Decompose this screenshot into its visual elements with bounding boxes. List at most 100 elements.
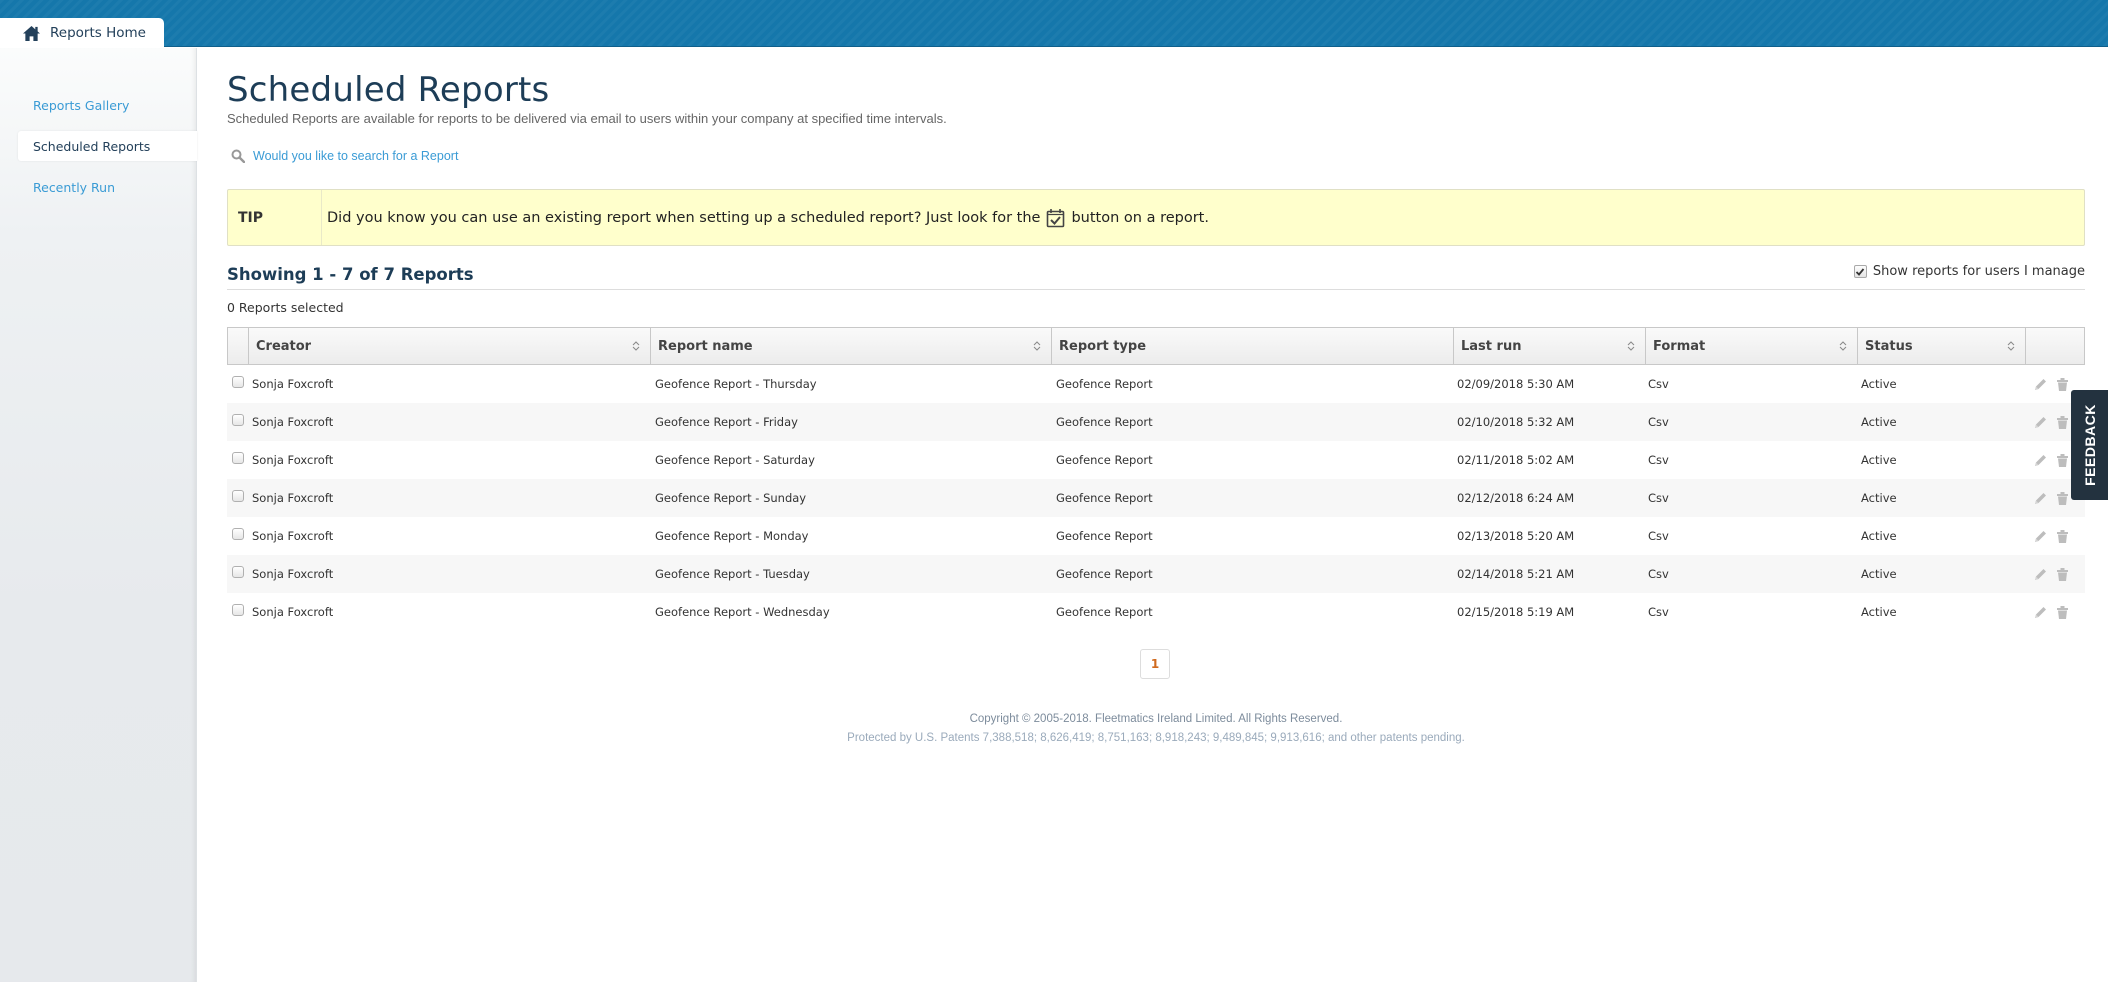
- last-run-cell: 02/10/2018 5:32 AM: [1457, 415, 1575, 429]
- report-name-cell: Geofence Report - Tuesday: [655, 567, 810, 581]
- sort-icon: [1839, 341, 1847, 351]
- delete-icon[interactable]: [2055, 567, 2070, 582]
- table-row: Sonja Foxcroft Geofence Report - Sunday …: [227, 479, 2085, 517]
- showing-count: Showing 1 - 7 of 7 Reports: [227, 265, 474, 284]
- tip-text-before: Did you know you can use an existing rep…: [327, 209, 1041, 226]
- checkmark-icon: [1856, 267, 1865, 276]
- reports-home-tab[interactable]: Reports Home: [0, 18, 164, 48]
- edit-icon[interactable]: [2033, 491, 2048, 506]
- sidebar-item-reports-gallery[interactable]: Reports Gallery: [18, 90, 197, 120]
- show-managed-checkbox[interactable]: [1853, 265, 1867, 278]
- edit-icon[interactable]: [2033, 453, 2048, 468]
- column-label: Last run: [1461, 338, 1522, 354]
- tip-label: TIP: [228, 190, 322, 245]
- creator-cell: Sonja Foxcroft: [252, 567, 334, 581]
- show-managed-toggle[interactable]: Show reports for users I manage: [1853, 264, 2085, 279]
- row-checkbox[interactable]: [232, 566, 244, 578]
- divider: [227, 289, 2085, 290]
- edit-icon[interactable]: [2033, 415, 2048, 430]
- column-label: Report name: [658, 338, 753, 354]
- report-type-cell: Geofence Report: [1056, 377, 1153, 391]
- delete-icon[interactable]: [2055, 491, 2070, 506]
- creator-cell: Sonja Foxcroft: [252, 529, 334, 543]
- edit-icon[interactable]: [2033, 377, 2048, 392]
- row-checkbox[interactable]: [232, 490, 244, 502]
- edit-icon[interactable]: [2033, 605, 2048, 620]
- report-type-cell: Geofence Report: [1056, 453, 1153, 467]
- row-checkbox[interactable]: [232, 376, 244, 388]
- column-label: Report type: [1059, 338, 1147, 354]
- sidebar-item-label: Scheduled Reports: [33, 138, 151, 154]
- sidebar-item-recently-run[interactable]: Recently Run: [18, 172, 197, 202]
- feedback-tab[interactable]: FEEDBACK: [2071, 390, 2108, 500]
- delete-icon[interactable]: [2055, 377, 2070, 392]
- format-cell: Csv: [1648, 491, 1669, 505]
- edit-icon[interactable]: [2033, 567, 2048, 582]
- column-header-report-name[interactable]: Report name: [651, 328, 1052, 364]
- calendar-check-icon: [1047, 208, 1065, 227]
- row-checkbox[interactable]: [232, 414, 244, 426]
- copyright-text: Copyright © 2005-2018. Fleetmatics Irela…: [969, 713, 1343, 725]
- row-checkbox[interactable]: [232, 452, 244, 464]
- creator-cell: Sonja Foxcroft: [252, 415, 334, 429]
- delete-icon[interactable]: [2055, 529, 2070, 544]
- search-report-link[interactable]: Would you like to search for a Report: [231, 149, 458, 163]
- selected-count: 0 Reports selected: [227, 300, 344, 315]
- actions-cell: [2025, 593, 2083, 631]
- row-checkbox[interactable]: [232, 528, 244, 540]
- column-label: Format: [1653, 338, 1706, 354]
- table-row: Sonja Foxcroft Geofence Report - Thursda…: [227, 365, 2085, 403]
- sidebar-item-label: Reports Gallery: [33, 97, 130, 113]
- row-select-cell: [227, 365, 248, 403]
- delete-icon[interactable]: [2055, 453, 2070, 468]
- format-cell: Csv: [1648, 567, 1669, 581]
- format-cell: Csv: [1648, 415, 1669, 429]
- column-header-status[interactable]: Status: [1858, 328, 2026, 364]
- table-row: Sonja Foxcroft Geofence Report - Saturda…: [227, 441, 2085, 479]
- report-name-cell: Geofence Report - Monday: [655, 529, 809, 543]
- sort-icon: [1627, 341, 1635, 351]
- tip-box: TIP Did you know you can use an existing…: [227, 189, 2085, 246]
- column-header-creator[interactable]: Creator: [249, 328, 651, 364]
- page-subtitle: Scheduled Reports are available for repo…: [227, 111, 947, 126]
- status-cell: Active: [1861, 377, 1897, 391]
- table-row: Sonja Foxcroft Geofence Report - Tuesday…: [227, 555, 2085, 593]
- row-select-cell: [227, 555, 248, 593]
- top-bar: [0, 0, 2108, 47]
- feedback-label: FEEDBACK: [2081, 404, 2098, 486]
- column-header-last-run[interactable]: Last run: [1454, 328, 1646, 364]
- report-type-cell: Geofence Report: [1056, 567, 1153, 581]
- creator-cell: Sonja Foxcroft: [252, 491, 334, 505]
- reports-home-label: Reports Home: [50, 25, 146, 41]
- sidebar-item-label: Recently Run: [33, 179, 116, 195]
- tip-text-after: button on a report.: [1071, 209, 1209, 226]
- row-select-cell: [227, 479, 248, 517]
- report-type-cell: Geofence Report: [1056, 605, 1153, 619]
- creator-cell: Sonja Foxcroft: [252, 377, 334, 391]
- row-select-cell: [227, 517, 248, 555]
- actions-cell: [2025, 517, 2083, 555]
- patents-text: Protected by U.S. Patents 7,388,518; 8,6…: [847, 732, 1465, 744]
- column-label: Creator: [256, 338, 312, 354]
- show-managed-label: Show reports for users I manage: [1872, 264, 2085, 279]
- pagination-page-1[interactable]: 1: [1140, 649, 1170, 679]
- last-run-cell: 02/14/2018 5:21 AM: [1457, 567, 1575, 581]
- delete-icon[interactable]: [2055, 415, 2070, 430]
- column-header-format[interactable]: Format: [1646, 328, 1858, 364]
- creator-cell: Sonja Foxcroft: [252, 453, 334, 467]
- sidebar-item-scheduled-reports[interactable]: Scheduled Reports: [18, 131, 197, 161]
- status-cell: Active: [1861, 529, 1897, 543]
- report-name-cell: Geofence Report - Saturday: [655, 453, 815, 467]
- row-select-cell: [227, 403, 248, 441]
- home-icon: [23, 25, 40, 41]
- report-type-cell: Geofence Report: [1056, 529, 1153, 543]
- delete-icon[interactable]: [2055, 605, 2070, 620]
- reports-table: Creator Report name Report type Last run…: [227, 327, 2085, 631]
- format-cell: Csv: [1648, 377, 1669, 391]
- last-run-cell: 02/11/2018 5:02 AM: [1457, 453, 1575, 467]
- edit-icon[interactable]: [2033, 529, 2048, 544]
- table-body: Sonja Foxcroft Geofence Report - Thursda…: [227, 365, 2085, 631]
- row-checkbox[interactable]: [232, 604, 244, 616]
- table-row: Sonja Foxcroft Geofence Report - Monday …: [227, 517, 2085, 555]
- format-cell: Csv: [1648, 529, 1669, 543]
